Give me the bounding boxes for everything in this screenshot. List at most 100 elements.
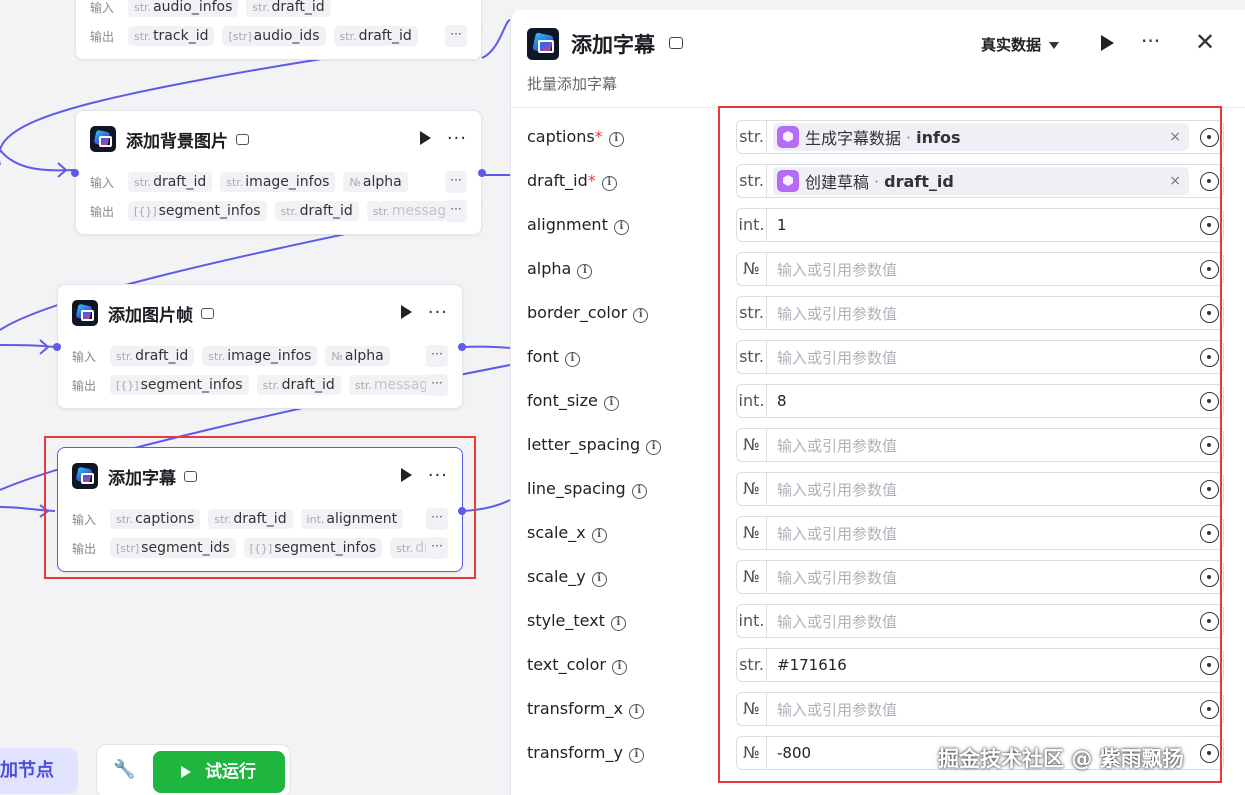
more-params-button[interactable]: ··· — [426, 374, 448, 396]
run-node-icon[interactable] — [401, 468, 412, 482]
param-label: scale_x i — [527, 523, 607, 543]
param-label: text_color i — [527, 655, 627, 675]
param-chip[interactable]: str. captions — [110, 509, 201, 529]
info-icon[interactable]: i — [603, 396, 619, 411]
param-label: draft_id* i — [527, 171, 617, 191]
param-label: captions* i — [527, 127, 624, 147]
node-audio[interactable]: 输入 str. audio_infos str. draft_id 输出 str. t… — [75, 0, 482, 60]
param-chip[interactable]: str. draft_id — [333, 26, 418, 46]
param-chip[interactable]: str. draft_id — [208, 509, 293, 529]
workflow-canvas[interactable]: 输入 str. audio_infos str. draft_id 输出 str. t… — [0, 0, 510, 795]
param-chip[interactable]: str. image_infos — [202, 346, 318, 366]
param-label: line_spacing i — [527, 479, 647, 499]
capcut-logo-icon — [90, 126, 116, 152]
param-chip[interactable]: [{}] segment_infos — [128, 201, 267, 221]
node-outputs-row: 输出 str. track_id [str] audio_ids str. draft… — [90, 24, 467, 48]
info-icon[interactable]: i — [608, 132, 624, 147]
param-label: font_size i — [527, 391, 619, 411]
info-icon[interactable]: i — [564, 352, 580, 367]
param-chip[interactable]: int. alignment — [300, 509, 404, 529]
node-outputs-row: 输出 [{}] segment_infos str. draft_id str. me… — [72, 373, 448, 397]
param-chip[interactable]: [str] audio_ids — [222, 26, 326, 46]
node-add-background-image[interactable]: 添加背景图片 ··· 输入 str. draft_id str. image_inf… — [75, 110, 482, 235]
param-label: alpha i — [527, 259, 593, 279]
param-chip[interactable]: № alpha — [325, 346, 390, 366]
param-chip[interactable]: str. draft_id — [246, 0, 331, 17]
param-chip[interactable]: str. draft_id — [128, 172, 213, 192]
param-chip[interactable]: str. messag — [348, 375, 435, 395]
input-port[interactable] — [53, 343, 61, 351]
node-title: 添加字幕 — [108, 468, 176, 489]
node-more-icon[interactable]: ··· — [428, 299, 448, 327]
info-icon[interactable]: i — [628, 748, 644, 763]
input-port[interactable] — [71, 169, 79, 177]
more-params-button[interactable]: ··· — [426, 537, 448, 559]
more-params-button[interactable]: ··· — [445, 25, 467, 47]
close-icon[interactable]: ✕ — [1195, 28, 1215, 56]
node-add-captions[interactable]: 添加字幕 ··· 输入 str. captions str. draft_id in… — [57, 447, 463, 572]
node-add-image-frame[interactable]: 添加图片帧 ··· 输入 str. draft_id str. image_info… — [57, 284, 463, 409]
bottom-toolbar: 🔧 试运行 — [96, 744, 291, 795]
required-mark: * — [594, 127, 603, 146]
param-chip[interactable]: [str] segment_ids — [110, 538, 236, 558]
param-label: transform_y i — [527, 743, 644, 763]
more-params-button[interactable]: ··· — [445, 200, 467, 222]
param-label: scale_y i — [527, 567, 607, 587]
capcut-logo-icon — [72, 300, 98, 326]
node-more-icon[interactable]: ··· — [447, 125, 467, 153]
node-inputs-row: 输入 str. captions str. draft_id int. alignme… — [72, 507, 448, 531]
capcut-logo-icon — [527, 28, 559, 60]
subworkflow-icon — [669, 37, 683, 49]
test-run-button[interactable]: 试运行 — [153, 751, 285, 793]
run-node-icon[interactable] — [420, 131, 431, 145]
param-chip[interactable]: str. audio_infos — [128, 0, 239, 17]
highlight-box — [718, 106, 1222, 783]
param-label: border_color i — [527, 303, 649, 323]
subworkflow-icon — [184, 470, 197, 482]
param-chip[interactable]: № alpha — [343, 172, 408, 192]
param-label: font i — [527, 347, 580, 367]
info-icon[interactable]: i — [628, 704, 644, 719]
node-outputs-row: 输出 [{}] segment_infos str. draft_id str. me… — [90, 199, 467, 223]
info-icon[interactable]: i — [610, 616, 626, 631]
param-chip[interactable]: str. draft_id — [110, 346, 195, 366]
param-chip[interactable]: str. draft_id — [274, 201, 359, 221]
output-port[interactable] — [458, 507, 466, 515]
node-more-icon[interactable]: ··· — [428, 462, 448, 490]
info-icon[interactable]: i — [591, 528, 607, 543]
info-icon[interactable]: i — [631, 484, 647, 499]
info-icon[interactable]: i — [613, 220, 629, 235]
node-outputs-row: 输出 [str] segment_ids [{}] segment_infos st… — [72, 536, 448, 560]
param-chip[interactable]: str. draft_id — [256, 375, 341, 395]
info-icon[interactable]: i — [646, 440, 662, 455]
output-port[interactable] — [458, 343, 466, 351]
param-label: letter_spacing i — [527, 435, 662, 455]
caret-down-icon — [1049, 42, 1060, 49]
subworkflow-icon — [201, 307, 214, 319]
required-mark: * — [587, 171, 596, 190]
more-params-button[interactable]: ··· — [426, 508, 448, 530]
more-params-button[interactable]: ··· — [445, 171, 467, 193]
param-chip[interactable]: [{}] segment_infos — [243, 538, 383, 558]
info-icon[interactable]: i — [601, 176, 617, 191]
info-icon[interactable]: i — [577, 264, 593, 279]
run-node-icon[interactable] — [401, 305, 412, 319]
param-chip[interactable]: str. image_infos — [220, 172, 336, 192]
info-icon[interactable]: i — [591, 572, 607, 587]
data-mode-dropdown[interactable]: 真实数据 — [981, 34, 1060, 55]
info-icon[interactable]: i — [633, 308, 649, 323]
subworkflow-icon — [236, 133, 249, 145]
param-chip[interactable]: str. track_id — [128, 26, 215, 46]
run-icon[interactable] — [1101, 35, 1114, 51]
more-params-button[interactable]: ··· — [426, 345, 448, 367]
node-title: 添加背景图片 — [126, 131, 228, 152]
info-icon[interactable]: i — [611, 660, 627, 675]
wrench-icon[interactable]: 🔧 — [113, 759, 135, 780]
more-icon[interactable]: ··· — [1141, 29, 1160, 53]
param-label: alignment i — [527, 215, 629, 235]
param-chip[interactable]: [{}] segment_infos — [110, 375, 249, 395]
node-inputs-row: 输入 str. draft_id str. image_infos № alpha ·… — [72, 344, 448, 368]
add-node-button[interactable]: 加节点 — [0, 748, 78, 794]
param-chip[interactable]: str. messag — [366, 201, 453, 221]
output-port[interactable] — [478, 169, 486, 177]
